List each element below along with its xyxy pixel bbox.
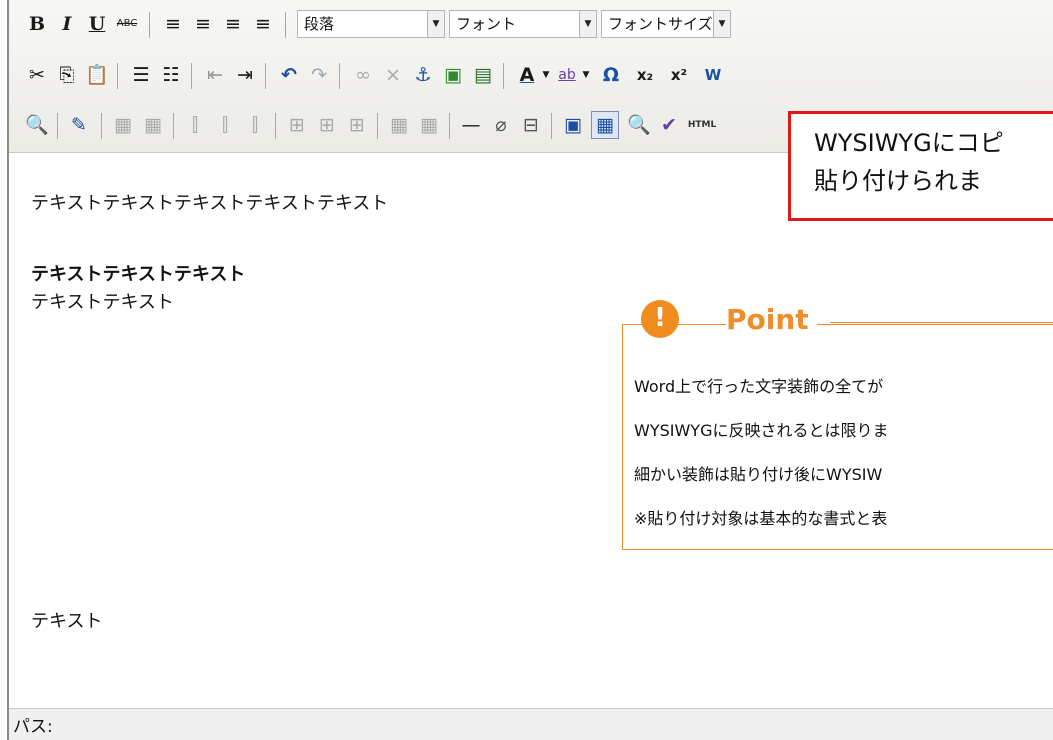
align-right-button[interactable]: ≡ xyxy=(219,10,247,38)
callout-line: WYSIWYGにコピ xyxy=(814,129,1004,157)
numbered-list-icon[interactable]: ☷ xyxy=(157,61,185,89)
paste-icon[interactable]: 📋 xyxy=(83,61,111,89)
remove-format-icon[interactable]: ⌀ xyxy=(487,111,515,139)
delete-col-icon[interactable]: ⫿ xyxy=(241,111,269,139)
media-icon[interactable]: ▤ xyxy=(469,61,497,89)
cut-icon[interactable]: ✂ xyxy=(23,61,51,89)
table-icon[interactable]: ▦ xyxy=(109,111,137,139)
bold-button[interactable]: B xyxy=(23,10,51,38)
fullscreen-icon[interactable]: ▣ xyxy=(559,111,587,139)
edit-icon[interactable]: ✎ xyxy=(65,111,93,139)
content-paragraph: テキストテキスト xyxy=(31,292,174,313)
point-text-line: ※貼り付け対象は基本的な書式と表 xyxy=(634,509,888,528)
find-icon[interactable]: 🔍 xyxy=(23,111,51,139)
point-text-line: WYSIWYGに反映されるとは限りま xyxy=(634,421,889,440)
row-props-icon[interactable]: ▦ xyxy=(415,111,443,139)
horizontal-rule-icon[interactable]: — xyxy=(457,111,485,139)
paste-from-word-icon[interactable]: W xyxy=(699,61,727,89)
toolbar-separator xyxy=(265,63,266,89)
point-text-line: Word上で行った文字装飾の全てが xyxy=(634,377,884,396)
subscript-icon[interactable]: x₂ xyxy=(631,61,659,89)
font-select[interactable]: フォント xyxy=(449,10,581,38)
toolbar-separator xyxy=(503,63,504,89)
html-icon[interactable]: HTML xyxy=(685,111,719,139)
format-select-arrow[interactable]: ▼ xyxy=(427,10,445,38)
indent-icon[interactable]: ⇥ xyxy=(231,61,259,89)
font-size-select[interactable]: フォントサイズ xyxy=(601,10,715,38)
cleanup-icon[interactable]: ✔ xyxy=(655,111,683,139)
visual-aid-icon[interactable]: ⊟ xyxy=(517,111,545,139)
underline-button[interactable]: U xyxy=(83,10,111,38)
superscript-icon[interactable]: x² xyxy=(665,61,693,89)
toolbar-separator xyxy=(191,63,192,89)
toolbar-separator xyxy=(57,113,58,139)
toolbar-separator xyxy=(101,113,102,139)
toolbar-row-2: ✂ ⎘ 📋 ☰ ☷ ⇤ ⇥ ↶ ↷ ∞ ⨯ ⚓ ▣ ▤ A ▼ ab ▼ Ω x… xyxy=(9,51,1053,101)
font-select-arrow[interactable]: ▼ xyxy=(579,10,597,38)
redo-icon[interactable]: ↷ xyxy=(305,61,333,89)
bullet-list-icon[interactable]: ☰ xyxy=(127,61,155,89)
anchor-icon[interactable]: ⚓ xyxy=(409,61,437,89)
path-statusbar: パス: xyxy=(9,708,1053,740)
insert-col-icon[interactable]: ⫿ xyxy=(181,111,209,139)
align-left-button[interactable]: ≡ xyxy=(159,10,187,38)
outdent-icon[interactable]: ⇤ xyxy=(201,61,229,89)
text-color-icon[interactable]: A xyxy=(513,61,541,89)
align-justify-button[interactable]: ≡ xyxy=(249,10,277,38)
image-icon[interactable]: ▣ xyxy=(439,61,467,89)
align-center-button[interactable]: ≡ xyxy=(189,10,217,38)
highlight-color-icon[interactable]: ab xyxy=(553,61,581,89)
table-props-icon[interactable]: ▦ xyxy=(139,111,167,139)
unlink-icon[interactable]: ⨯ xyxy=(379,61,407,89)
toolbar-separator xyxy=(117,63,118,89)
toolbar-row-1: B I U ABC ≡ ≡ ≡ ≡ 段落 ▼ フォント ▼ フォントサイズ ▼ xyxy=(9,0,1053,50)
preview-icon[interactable]: 🔍 xyxy=(625,111,653,139)
strikethrough-button[interactable]: ABC xyxy=(113,10,141,38)
format-select[interactable]: 段落 xyxy=(297,10,429,38)
content-paragraph-bold: テキストテキストテキスト xyxy=(31,264,246,285)
source-code-icon[interactable]: ▦ xyxy=(591,111,619,139)
link-icon[interactable]: ∞ xyxy=(349,61,377,89)
toolbar-separator xyxy=(377,113,378,139)
special-char-icon[interactable]: Ω xyxy=(597,61,625,89)
merge-cells-icon[interactable]: ⊞ xyxy=(313,111,341,139)
insert-row-icon[interactable]: ⫿ xyxy=(211,111,239,139)
content-paragraph: テキスト xyxy=(31,611,103,632)
split-cells-icon[interactable]: ⊞ xyxy=(283,111,311,139)
delete-table-icon[interactable]: ⊞ xyxy=(343,111,371,139)
toolbar-separator xyxy=(275,113,276,139)
highlight-color-arrow-icon[interactable]: ▼ xyxy=(579,61,593,89)
toolbar-separator xyxy=(149,12,150,38)
cell-props-icon[interactable]: ▦ xyxy=(385,111,413,139)
point-title-rule xyxy=(830,322,1053,323)
toolbar-separator xyxy=(339,63,340,89)
point-title: Point xyxy=(726,302,817,338)
content-paragraph: テキストテキストテキストテキストテキスト xyxy=(31,193,389,214)
undo-icon[interactable]: ↶ xyxy=(275,61,303,89)
toolbar-separator xyxy=(551,113,552,139)
exclamation-icon: ! xyxy=(641,300,679,338)
font-size-select-arrow[interactable]: ▼ xyxy=(713,10,731,38)
copy-icon[interactable]: ⎘ xyxy=(53,61,81,89)
italic-button[interactable]: I xyxy=(53,10,81,38)
annotation-callout: WYSIWYGにコピ 貼り付けられま xyxy=(788,111,1053,221)
path-label: パス: xyxy=(13,717,53,737)
toolbar-separator xyxy=(449,113,450,139)
toolbar-separator xyxy=(173,113,174,139)
callout-line: 貼り付けられま xyxy=(814,167,982,195)
text-color-arrow-icon[interactable]: ▼ xyxy=(539,61,553,89)
point-text-line: 細かい装飾は貼り付け後にWYSIW xyxy=(634,465,883,484)
toolbar-separator xyxy=(285,12,286,38)
